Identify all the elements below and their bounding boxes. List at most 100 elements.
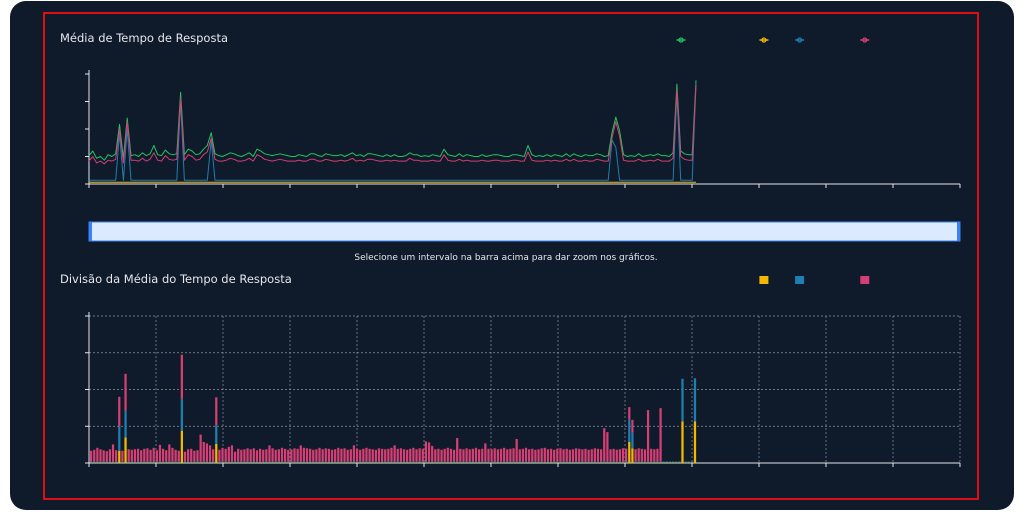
chart2-bar-processamento [136, 448, 140, 462]
chart2-bar-lat-ncia [553, 461, 556, 463]
chart2-bar-processamento [487, 448, 490, 462]
brush-track[interactable] [88, 221, 961, 242]
chart2-bar-lat-ncia [424, 461, 428, 463]
chart1-legend-item-tempo-total[interactable] [676, 37, 686, 43]
chart1-legend-item-processamento[interactable] [860, 37, 870, 43]
chart2-bar-processamento [449, 448, 453, 462]
chart2-bar-processamento [621, 448, 625, 462]
chart2-bar-lat-ncia [105, 461, 108, 463]
response-time-breakdown-bar-chart: Divisão da Média do Tempo de Resposta [60, 272, 961, 467]
chart2-bar-lat-ncia [412, 461, 415, 463]
chart2-bar-lat-ncia [459, 461, 462, 463]
brush-hint: Selecione um intervalo na barra acima pa… [354, 253, 657, 263]
chart2-bar-processamento [221, 447, 224, 462]
chart2-bar-lat-ncia [362, 461, 365, 463]
chart2-bar-lat-ncia [130, 461, 133, 463]
chart2-bar-processamento [155, 450, 158, 462]
chart2-bar-processamento [606, 432, 609, 462]
chart2-bar-lat-ncia [693, 378, 697, 422]
chart2-bar-processamento [274, 449, 277, 462]
chart2-bar-processamento [215, 397, 218, 426]
chart2-bar-lat-ncia [609, 461, 612, 463]
chart2-legend-swatch [795, 276, 805, 284]
chart1-legend[interactable] [676, 37, 870, 43]
chart2-bar-processamento [237, 448, 240, 462]
chart2-bar-lat-ncia [349, 461, 352, 463]
chart2-bar-processamento [409, 448, 412, 462]
chart2-bar-lat-ncia [546, 461, 550, 463]
chart2-bar-processamento [499, 448, 503, 462]
chart2-bar-lat-ncia [208, 461, 212, 463]
chart2-bar-lat-ncia [305, 461, 309, 463]
chart2-bar-processamento [643, 449, 647, 462]
chart2-bar-lat-ncia [334, 461, 337, 463]
chart2-bar-processamento [484, 443, 487, 462]
chart2-bar-lat-ncia [287, 461, 290, 463]
chart2-bar-processamento [246, 448, 249, 462]
chart2-bar-processamento [452, 449, 456, 462]
chart2-bar-lat-ncia [327, 461, 331, 463]
chart2-bar-processamento [415, 449, 418, 462]
chart2-bar-lat-ncia [484, 461, 487, 463]
chart2-bar-processamento [349, 449, 352, 462]
chart2-bar-lat-ncia [149, 461, 152, 463]
chart2-bar-lat-ncia [177, 461, 180, 463]
chart2-bar-processamento [355, 448, 359, 462]
chart2-bar-processamento [549, 448, 553, 462]
chart2-legend-item-dns[interactable] [759, 276, 769, 284]
chart2-bar-lat-ncia [312, 461, 315, 463]
chart2-bar-processamento [133, 449, 137, 462]
chart2-bar-lat-ncia [415, 461, 418, 463]
chart2-bar-lat-ncia [127, 461, 130, 463]
chart2-bar-processamento [512, 448, 515, 462]
chart2-bar-processamento [312, 449, 315, 462]
chart2-bar-lat-ncia [402, 461, 406, 463]
chart2-bar-lat-ncia [280, 461, 284, 463]
chart2-bar-lat-ncia [212, 461, 215, 463]
chart2-bar-processamento [293, 448, 296, 462]
chart2-bar-processamento [140, 450, 143, 462]
chart1-legend-item-lat-ncia[interactable] [795, 37, 805, 43]
chart2-bar-lat-ncia [215, 425, 218, 444]
chart2-bars [90, 354, 697, 463]
chart2-bar-lat-ncia [653, 461, 656, 463]
chart1-legend-item-dns[interactable] [759, 37, 769, 43]
chart2-bar-processamento [143, 448, 146, 462]
chart2-bar-lat-ncia [393, 461, 396, 463]
chart2-bar-lat-ncia [493, 461, 496, 463]
chart2-legend[interactable] [759, 276, 870, 284]
chart2-bar-processamento [290, 449, 293, 462]
chart2-bar-dns [628, 441, 631, 463]
chart2-bar-processamento [362, 448, 365, 462]
response-time-line-chart: Média de Tempo de Resposta [60, 31, 961, 188]
chart2-bar-dns [631, 448, 634, 463]
chart2-legend-swatch [860, 276, 870, 284]
chart2-bar-processamento [637, 448, 640, 462]
chart2-bar-processamento [121, 450, 124, 462]
chart2-bar-lat-ncia [440, 461, 443, 463]
chart2-bar-processamento [368, 448, 371, 462]
chart2-legend-item-processamento[interactable] [860, 276, 870, 284]
chart2-bar-processamento [590, 449, 593, 462]
chart2-bar-processamento [315, 449, 318, 462]
zoom-brush[interactable]: Selecione um intervalo na barra acima pa… [88, 221, 961, 263]
chart2-bar-lat-ncia [90, 461, 93, 463]
chart2-bar-lat-ncia [93, 461, 96, 463]
chart2-bar-lat-ncia [534, 461, 537, 463]
brush-handle-right[interactable] [957, 222, 960, 241]
chart2-bar-processamento [503, 447, 506, 462]
chart2-bar-processamento [287, 449, 290, 462]
chart2-bar-processamento [343, 448, 346, 462]
chart2-bar-lat-ncia [531, 461, 534, 463]
chart2-bar-processamento [299, 445, 302, 462]
chart2-bar-lat-ncia [650, 461, 653, 463]
chart2-bar-dns [681, 421, 684, 463]
chart2-bar-lat-ncia [690, 461, 693, 463]
chart2-bar-lat-ncia [621, 461, 625, 463]
chart2-bar-lat-ncia [249, 461, 252, 463]
chart1-series [88, 80, 697, 183]
chart2-legend-item-lat-ncia[interactable] [795, 276, 805, 284]
chart2-bar-processamento [309, 448, 312, 462]
brush-handle-left[interactable] [89, 222, 92, 241]
chart2-bar-lat-ncia [593, 461, 596, 463]
